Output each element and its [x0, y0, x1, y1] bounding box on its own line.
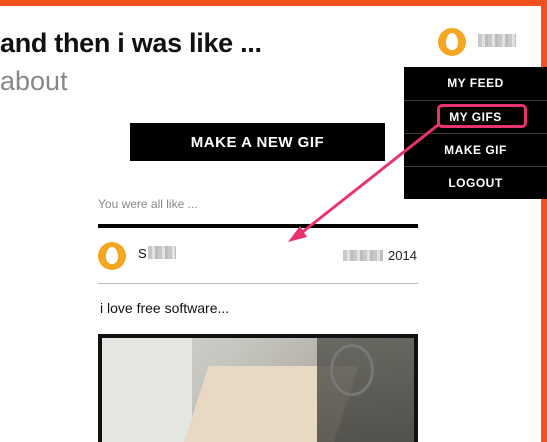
post-text: i love free software... — [100, 300, 230, 316]
page-title: and then i was like ... — [0, 28, 262, 58]
post-date-blurred — [343, 250, 383, 261]
username-blurred[interactable] — [478, 34, 516, 47]
top-accent-bar — [0, 0, 547, 6]
post-caption: You were all like ... — [98, 197, 198, 211]
page-subtitle[interactable]: about — [0, 66, 68, 97]
post-divider — [98, 283, 418, 284]
make-new-gif-button[interactable]: MAKE A NEW GIF — [130, 123, 385, 161]
post-author-name-blurred — [148, 246, 176, 259]
gif-fan-shape — [330, 344, 374, 396]
post-author-avatar-icon[interactable] — [98, 242, 126, 270]
egg-icon — [446, 33, 458, 50]
gif-wall-area — [102, 338, 192, 442]
gif-frame — [102, 338, 414, 442]
user-dropdown-menu: MY FEED MY GIFS MAKE GIF LOGOUT — [404, 67, 547, 199]
post-author-name[interactable]: S — [138, 246, 147, 261]
gif-preview[interactable] — [98, 334, 418, 442]
post-top-rule — [98, 224, 418, 228]
menu-item-my-feed[interactable]: MY FEED — [404, 67, 547, 100]
post-date: 2014 — [388, 248, 417, 263]
user-avatar-icon[interactable] — [438, 28, 466, 56]
menu-item-logout[interactable]: LOGOUT — [404, 166, 547, 199]
egg-icon — [106, 247, 118, 264]
annotation-highlight-box — [437, 104, 527, 128]
menu-item-make-gif[interactable]: MAKE GIF — [404, 133, 547, 166]
